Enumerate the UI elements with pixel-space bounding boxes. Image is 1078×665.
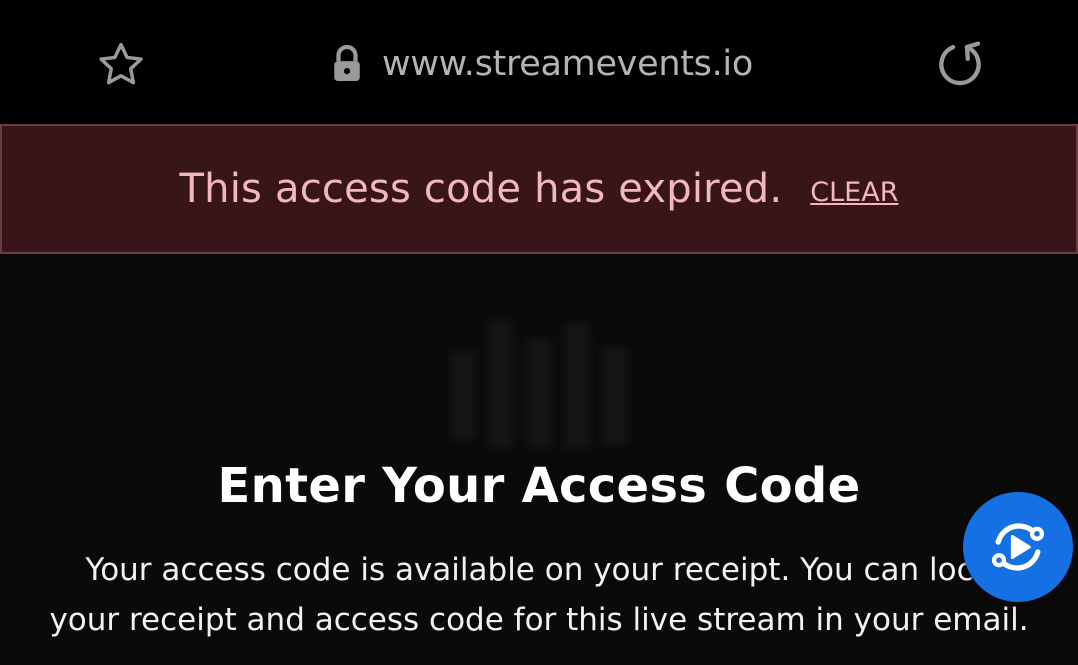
clear-link[interactable]: CLEAR [810, 177, 898, 208]
faint-logo [450, 320, 628, 450]
stream-play-icon [991, 523, 1045, 571]
address-bar[interactable]: www.streamevents.io [330, 36, 753, 92]
star-icon [99, 42, 143, 85]
page-title: Enter Your Access Code [217, 458, 861, 514]
reload-icon [939, 41, 981, 86]
browser-toolbar: www.streamevents.io [0, 0, 1078, 124]
expired-code-alert: This access code has expired. CLEAR [0, 124, 1078, 254]
reload-button[interactable] [930, 34, 990, 94]
url-text: www.streamevents.io [382, 44, 753, 84]
description-line-1: Your access code is available on your re… [85, 552, 993, 588]
lock-icon [334, 44, 360, 81]
description-line-2: your receipt and access code for this li… [49, 602, 1029, 638]
alert-message: This access code has expired. [179, 166, 783, 212]
bookmark-button[interactable] [92, 36, 150, 94]
floating-stream-button[interactable] [963, 492, 1073, 602]
access-code-description: Your access code is available on your re… [0, 545, 1078, 645]
